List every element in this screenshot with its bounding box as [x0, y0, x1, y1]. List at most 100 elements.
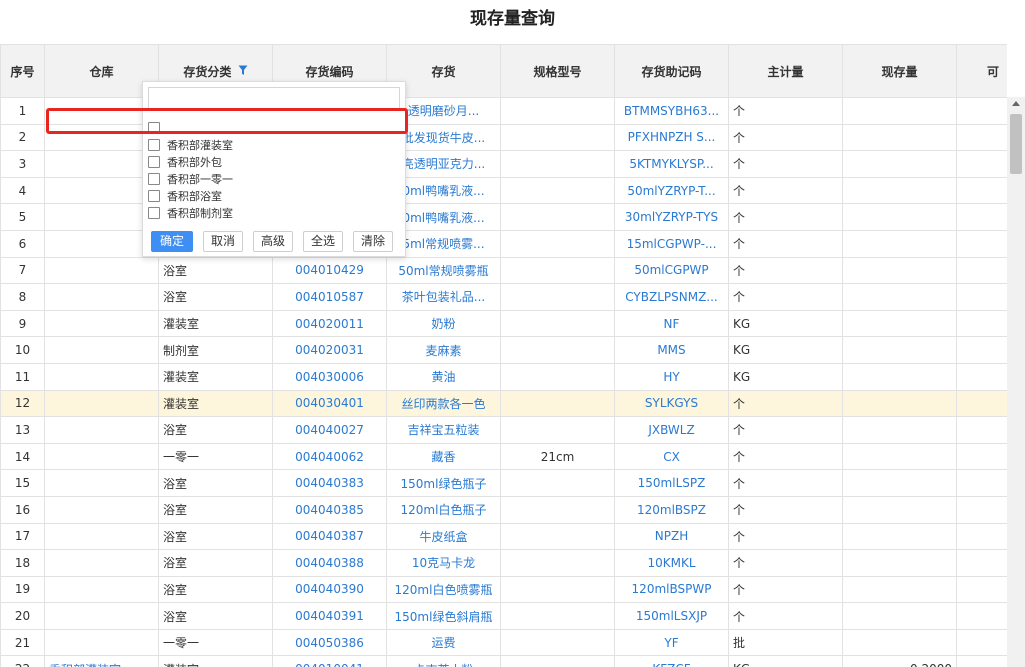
cell-stock[interactable]	[842, 495, 957, 524]
cell-name[interactable]: 150ml绿色斜肩瓶	[386, 602, 501, 630]
cell-avail[interactable]	[956, 442, 1007, 471]
cell-stock[interactable]	[842, 97, 957, 125]
filter-option-bathroom[interactable]: 香积部浴室	[148, 187, 222, 204]
cell-category[interactable]: 浴室	[158, 602, 273, 630]
cell-spec[interactable]	[500, 362, 615, 391]
table-row[interactable]: 10 制剂室 004020031 麦麻素 MMS KG	[0, 336, 1007, 364]
cell-category[interactable]: 灌装室	[158, 655, 273, 667]
cell-avail[interactable]	[956, 549, 1007, 577]
scroll-up-arrow-icon[interactable]	[1012, 101, 1020, 106]
cell-code[interactable]: 004020011	[272, 309, 387, 338]
cell-code[interactable]: 004010429	[272, 256, 387, 285]
filter-search-input[interactable]	[148, 87, 400, 109]
cell-unit[interactable]: 个	[728, 123, 843, 152]
cell-category[interactable]: 灌装室	[158, 309, 273, 338]
cell-name[interactable]: 牛皮纸盒	[386, 522, 501, 551]
table-row[interactable]: 8 浴室 004010587 茶叶包装礼品... CYBZLPSNMZ... 个	[0, 283, 1007, 311]
cell-avail[interactable]	[956, 97, 1007, 125]
cell-category[interactable]: 制剂室	[158, 336, 273, 364]
col-header-idx[interactable]: 序号	[0, 44, 45, 98]
cell-idx[interactable]: 10	[0, 336, 45, 364]
cell-idx[interactable]: 9	[0, 309, 45, 338]
cell-mnemonic[interactable]: NF	[614, 309, 729, 338]
cell-mnemonic[interactable]: SYLKGYS	[614, 389, 729, 418]
cell-idx[interactable]: 8	[0, 283, 45, 311]
checkbox[interactable]	[148, 189, 160, 202]
cell-mnemonic[interactable]: PFXHNPZH S...	[614, 123, 729, 152]
cell-name[interactable]: 奶粉	[386, 309, 501, 338]
vertical-scrollbar[interactable]	[1007, 97, 1025, 667]
cell-category[interactable]: 浴室	[158, 416, 273, 444]
cell-spec[interactable]: 21cm	[500, 442, 615, 471]
cell-avail[interactable]	[956, 522, 1007, 551]
cell-avail[interactable]	[956, 123, 1007, 152]
col-header-avail[interactable]: 可	[956, 44, 1007, 98]
cell-category[interactable]: 浴室	[158, 495, 273, 524]
cell-code[interactable]: 004030401	[272, 389, 387, 418]
cell-idx[interactable]: 11	[0, 362, 45, 391]
cell-idx[interactable]: 6	[0, 229, 45, 258]
cell-warehouse[interactable]	[44, 628, 159, 657]
cell-code[interactable]: 004040391	[272, 602, 387, 630]
filter-option-preparation-room[interactable]: 香积部制剂室	[148, 204, 233, 221]
cell-idx[interactable]: 15	[0, 469, 45, 497]
cell-name[interactable]: 120ml白色喷雾瓶	[386, 575, 501, 604]
cell-warehouse[interactable]	[44, 575, 159, 604]
col-header-unit[interactable]: 主计量	[728, 44, 843, 98]
cell-stock[interactable]	[842, 176, 957, 205]
table-row[interactable]: 22香积部灌装室灌装室004010041卡吉茶小粉 KFZCFKG0.2000	[0, 655, 1007, 667]
cell-warehouse[interactable]	[44, 283, 159, 311]
cell-avail[interactable]	[956, 655, 1007, 667]
cell-spec[interactable]	[500, 469, 615, 497]
cell-stock[interactable]	[842, 628, 957, 657]
cell-code[interactable]: 004020031	[272, 336, 387, 364]
cell-avail[interactable]	[956, 495, 1007, 524]
cell-warehouse[interactable]	[44, 416, 159, 444]
table-row[interactable]: 12 灌装室 004030401 丝印两款各一色 SYLKGYS 个	[0, 389, 1007, 418]
table-row[interactable]: 19 浴室 004040390 120ml白色喷雾瓶 120mlBSPWP 个	[0, 575, 1007, 604]
cell-unit[interactable]: KG	[728, 309, 843, 338]
table-row[interactable]: 16 浴室 004040385 120ml白色瓶子 120mlBSPZ 个	[0, 495, 1007, 524]
cell-warehouse[interactable]: 香积部灌装室	[44, 655, 159, 667]
cell-idx[interactable]: 17	[0, 522, 45, 551]
cell-mnemonic[interactable]: 50mlCGPWP	[614, 256, 729, 285]
cell-unit[interactable]: 个	[728, 97, 843, 125]
cell-spec[interactable]	[500, 389, 615, 418]
table-row[interactable]: 18 浴室 004040388 10克马卡龙 10KMKL 个	[0, 549, 1007, 577]
cell-code[interactable]: 004050386	[272, 628, 387, 657]
cell-category[interactable]: 浴室	[158, 256, 273, 285]
cell-warehouse[interactable]	[44, 442, 159, 471]
cell-warehouse[interactable]	[44, 549, 159, 577]
cell-idx[interactable]: 14	[0, 442, 45, 471]
cell-warehouse[interactable]	[44, 389, 159, 418]
cell-stock[interactable]	[842, 150, 957, 178]
cell-spec[interactable]	[500, 283, 615, 311]
cell-category[interactable]: 浴室	[158, 549, 273, 577]
cell-idx[interactable]: 4	[0, 176, 45, 205]
cell-code[interactable]: 004010587	[272, 283, 387, 311]
cell-idx[interactable]: 2	[0, 123, 45, 152]
cell-code[interactable]: 004030006	[272, 362, 387, 391]
cell-unit[interactable]: 个	[728, 283, 843, 311]
cell-avail[interactable]	[956, 229, 1007, 258]
cell-warehouse[interactable]	[44, 495, 159, 524]
cell-avail[interactable]	[956, 362, 1007, 391]
cell-spec[interactable]	[500, 628, 615, 657]
scrollbar-thumb[interactable]	[1010, 114, 1022, 174]
cell-warehouse[interactable]	[44, 336, 159, 364]
cell-idx[interactable]: 16	[0, 495, 45, 524]
filter-option-101[interactable]: 香积部一零一	[148, 170, 233, 187]
cell-mnemonic[interactable]: HY	[614, 362, 729, 391]
cell-mnemonic[interactable]: 150mlLSXJP	[614, 602, 729, 630]
cell-stock[interactable]	[842, 469, 957, 497]
cell-avail[interactable]	[956, 150, 1007, 178]
cell-spec[interactable]	[500, 229, 615, 258]
cell-avail[interactable]	[956, 176, 1007, 205]
cell-spec[interactable]	[500, 309, 615, 338]
cell-idx[interactable]: 21	[0, 628, 45, 657]
table-row[interactable]: 17 浴室 004040387 牛皮纸盒 NPZH 个	[0, 522, 1007, 551]
cell-spec[interactable]	[500, 549, 615, 577]
cell-mnemonic[interactable]: NPZH	[614, 522, 729, 551]
filter-option-outsourcing[interactable]: 香积部外包	[148, 153, 222, 170]
cell-unit[interactable]: 个	[728, 522, 843, 551]
